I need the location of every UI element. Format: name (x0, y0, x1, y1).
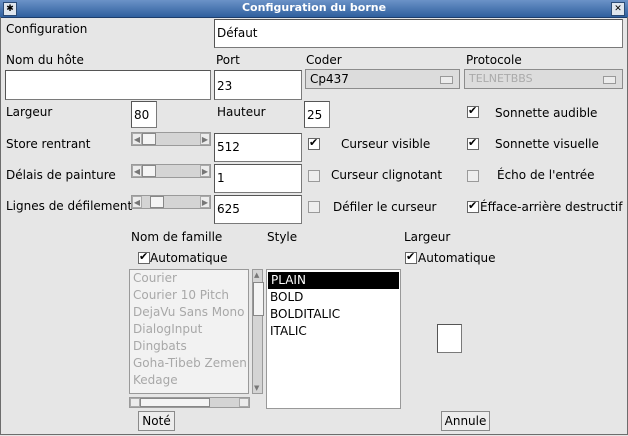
font-family-list[interactable]: Courier Courier 10 Pitch DejaVu Sans Mon… (129, 269, 249, 394)
slider-thumb[interactable] (142, 133, 156, 145)
slider-thumb[interactable] (150, 196, 164, 208)
width-field[interactable]: 80 (131, 101, 157, 128)
coder-select[interactable]: Cp437 (305, 69, 460, 89)
height-label: Hauteur (217, 105, 266, 119)
slider-right-icon[interactable]: ▶ (200, 165, 210, 177)
auto-family-label: Automatique (150, 251, 228, 265)
close-icon[interactable]: ✕ (611, 2, 625, 16)
bell-visual-label: Sonnette visuelle (495, 137, 599, 151)
auto-size-label: Automatique (418, 251, 496, 265)
chevron-down-icon (440, 76, 453, 84)
list-item[interactable]: Kedage (130, 372, 248, 389)
host-label: Nom du hôte (6, 53, 84, 67)
list-item[interactable]: BOLD (267, 289, 400, 306)
font-family-hscroll[interactable] (129, 397, 250, 408)
protocol-label: Protocole (466, 53, 522, 67)
cursor-visible-checkbox[interactable] (308, 138, 320, 150)
font-style-label: Style (267, 230, 298, 244)
list-item[interactable]: DejaVu Sans Mono (130, 304, 248, 321)
scroll-left-icon[interactable] (130, 398, 140, 407)
cursor-visible-label: Curseur visible (341, 137, 431, 151)
bell-audible-label: Sonnette audible (495, 106, 598, 120)
scroll-thumb[interactable] (140, 398, 210, 407)
paint-delay-label: Délais de painture (6, 168, 116, 182)
coder-value: Cp437 (310, 72, 349, 86)
bell-audible-checkbox[interactable] (467, 106, 479, 118)
scroll-lines-slider[interactable]: ◀ ▶ (131, 195, 211, 209)
scroll-cursor-label: Défiler le curseur (333, 200, 437, 214)
port-label: Port (216, 53, 240, 67)
echo-checkbox[interactable] (467, 170, 479, 182)
slider-left-icon[interactable]: ◀ (132, 133, 142, 145)
list-item-selected[interactable]: PLAIN (268, 272, 399, 289)
list-item[interactable]: ITALIC (267, 323, 400, 340)
scroll-lines-label: Lignes de défilement (6, 199, 133, 213)
auto-size-checkbox[interactable] (405, 252, 417, 264)
slider-thumb[interactable] (142, 165, 156, 177)
font-style-list[interactable]: PLAIN BOLD BOLDITALIC ITALIC (266, 269, 401, 409)
auto-family-checkbox[interactable] (138, 252, 150, 264)
font-size-label: Largeur (404, 230, 451, 244)
slider-left-icon[interactable]: ◀ (132, 165, 142, 177)
slider-right-icon[interactable]: ▶ (200, 196, 210, 208)
protocol-select[interactable]: TELNETBBS (464, 69, 623, 89)
store-label: Store rentrant (6, 137, 91, 151)
scroll-down-icon[interactable]: ▼ (254, 384, 261, 392)
window-title: Configuration du borne (241, 1, 387, 14)
scroll-lines-field[interactable]: 625 (214, 195, 302, 224)
store-slider[interactable]: ◀ ▶ (131, 132, 211, 146)
width-label: Largeur (6, 105, 53, 119)
coder-label: Coder (306, 53, 342, 67)
cancel-button[interactable]: Annule (441, 411, 490, 431)
protocol-value: TELNETBBS (469, 72, 533, 85)
bell-visual-checkbox[interactable] (467, 138, 479, 150)
list-item[interactable]: DialogInput (130, 321, 248, 338)
host-field[interactable] (5, 70, 211, 100)
font-family-label: Nom de famille (131, 230, 223, 244)
cursor-blink-checkbox[interactable] (308, 170, 320, 182)
paint-delay-slider[interactable]: ◀ ▶ (131, 164, 211, 178)
echo-label: Écho de l'entrée (497, 168, 595, 182)
port-field[interactable]: 23 (214, 70, 302, 100)
scroll-right-icon[interactable] (239, 398, 249, 407)
list-item[interactable]: Dingbats (130, 338, 248, 355)
backspace-label: Éfface-arrière destructif (480, 200, 623, 214)
list-item[interactable]: Courier (130, 270, 248, 287)
title-bar[interactable]: ✱ Configuration du borne ✕ (0, 0, 628, 18)
chevron-down-icon (603, 76, 616, 84)
list-item[interactable]: Goha-Tibeb Zemen (130, 355, 248, 372)
store-field[interactable]: 512 (214, 133, 302, 162)
font-family-scrollbar[interactable]: ▲ ▼ (252, 269, 264, 394)
ok-button[interactable]: Noté (138, 411, 175, 431)
cursor-blink-label: Curseur clignotant (331, 168, 443, 182)
paint-delay-field[interactable]: 1 (214, 164, 302, 193)
slider-right-icon[interactable]: ▶ (200, 133, 210, 145)
list-item[interactable]: Courier 10 Pitch (130, 287, 248, 304)
scroll-thumb[interactable] (253, 282, 264, 316)
list-item[interactable]: BOLDITALIC (267, 306, 400, 323)
backspace-checkbox[interactable] (467, 201, 479, 213)
slider-left-icon[interactable]: ◀ (132, 196, 142, 208)
scroll-up-icon[interactable]: ▲ (254, 271, 261, 279)
height-field[interactable]: 25 (304, 101, 330, 128)
font-size-field[interactable] (437, 324, 462, 353)
configuration-field[interactable]: Défaut (214, 19, 623, 48)
configuration-label: Configuration (6, 22, 88, 36)
scroll-cursor-checkbox[interactable] (308, 201, 320, 213)
